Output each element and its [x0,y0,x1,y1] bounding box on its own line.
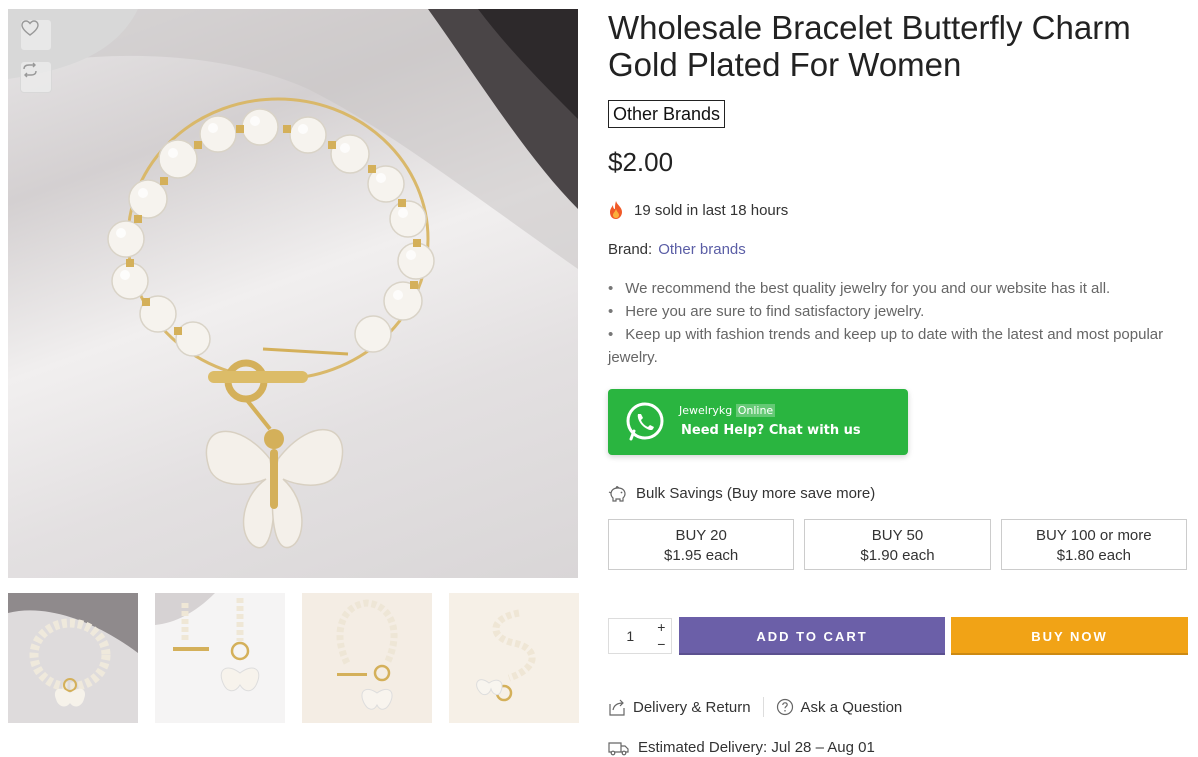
tier-price: $1.95 each [664,547,739,564]
estimated-delivery-text: Estimated Delivery: Jul 28 – Aug 01 [638,739,875,756]
wishlist-button[interactable] [20,19,52,51]
store-name: Jewelrykg [679,404,733,417]
compare-button[interactable] [20,61,52,93]
bracelet-photo [8,9,578,549]
ask-question-link[interactable]: Ask a Question [776,698,903,716]
whatsapp-icon [626,402,664,441]
question-circle-icon [776,698,793,716]
thumbnail-3[interactable] [302,593,432,723]
whatsapp-header: Jewelrykg Online [679,404,776,417]
feature-text: We recommend the best quality jewelry fo… [625,280,1111,297]
tier-price: $1.90 each [860,547,935,564]
brand-link[interactable]: Other brands [658,241,746,258]
piggy-bank-icon [608,485,626,502]
delivery-return-label: Delivery & Return [633,698,751,716]
quantity-stepper: 1 + − [608,618,672,654]
secondary-links: Delivery & Return Ask a Question [608,697,902,717]
thumbnail-image [449,593,579,723]
tier-price: $1.80 each [1056,547,1131,564]
quantity-controls: + − [652,619,671,653]
product-price: $2.00 [608,147,674,177]
feature-list: We recommend the best quality jewelry fo… [608,277,1183,369]
bulk-tiers: BUY 20 $1.95 each BUY 50 $1.90 each BUY … [608,519,1187,570]
quantity-plus-button[interactable]: + [652,619,671,636]
ask-question-label: Ask a Question [800,698,903,716]
thumbnail-4[interactable] [449,593,579,723]
bulk-tier-20[interactable]: BUY 20 $1.95 each [608,519,795,570]
estimated-delivery: Estimated Delivery: Jul 28 – Aug 01 [608,739,875,756]
thumbnail-2[interactable] [155,593,285,723]
box-share-icon [609,699,625,716]
thumbnail-image [8,593,138,723]
bulk-savings-header: Bulk Savings (Buy more save more) [608,485,875,502]
feature-item: Here you are sure to find satisfactory j… [608,300,1183,323]
fire-icon [610,201,622,219]
link-divider [762,697,764,717]
whatsapp-cta: Need Help? Chat with us [681,423,861,438]
tier-qty: BUY 50 [871,527,924,544]
delivery-truck-icon [608,741,629,755]
bulk-tier-50[interactable]: BUY 50 $1.90 each [804,519,991,570]
quantity-minus-button[interactable]: − [652,636,671,653]
feature-text: Here you are sure to find satisfactory j… [625,303,925,320]
tier-qty: BUY 20 [675,527,727,544]
bulk-tier-100[interactable]: BUY 100 or more $1.80 each [1000,519,1187,570]
thumbnail-1[interactable] [8,593,138,723]
thumbnail-image [155,593,285,723]
bulk-title-text: Bulk Savings (Buy more save more) [636,485,876,502]
add-to-cart-button[interactable]: ADD TO CART [679,617,945,655]
brand-row: Brand: Other brands [608,241,746,258]
compare-arrows-icon [23,62,37,78]
feature-item: Keep up with fashion trends and keep up … [608,323,1183,369]
sold-text: 19 sold in last 18 hours [634,201,789,219]
thumbnail-strip [8,593,580,724]
sold-counter: 19 sold in last 18 hours [608,201,788,219]
thumbnail-image [302,593,432,723]
delivery-return-link[interactable]: Delivery & Return [608,698,751,716]
heart-icon [21,20,39,36]
brand-label: Brand: [608,241,653,258]
feature-item: We recommend the best quality jewelry fo… [608,277,1183,300]
main-product-image[interactable] [8,9,578,578]
product-title: Wholesale Bracelet Butterfly Charm Gold … [608,9,1131,83]
feature-text: Keep up with fashion trends and keep up … [608,326,1164,366]
whatsapp-chat-button[interactable]: Jewelrykg Online Need Help? Chat with us [608,389,908,455]
buy-now-button[interactable]: BUY NOW [951,617,1188,655]
online-status: Online [735,404,776,417]
quantity-input[interactable]: 1 [609,619,652,653]
tier-qty: BUY 100 or more [1036,527,1152,544]
brand-badge[interactable]: Other Brands [608,100,726,128]
